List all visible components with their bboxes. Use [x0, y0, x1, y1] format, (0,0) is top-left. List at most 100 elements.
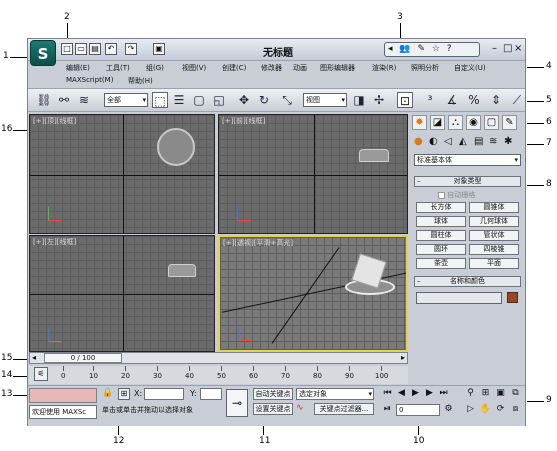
viewport-top[interactable]: [+][顶][线框] [29, 114, 215, 234]
sphere-button[interactable]: 球体 [416, 216, 466, 227]
create-tab-icon[interactable]: ✹ [412, 115, 427, 130]
pan-hand-icon[interactable]: ✋ [479, 403, 492, 416]
zoom-extents-all-icon[interactable]: ⧉ [509, 387, 522, 400]
unlink-icon[interactable]: ⚯ [56, 92, 72, 108]
auto-key-button[interactable]: 自动关键点 [253, 388, 293, 400]
menu-maxscript[interactable]: MAXScript(M) [66, 76, 113, 84]
link-icon[interactable]: ⛓ [36, 92, 52, 108]
track-ruler[interactable]: 0 10 20 30 40 50 60 70 80 90 100 [61, 366, 403, 383]
hierarchy-tab-icon[interactable]: ⛬ [448, 115, 463, 130]
zoom-all-icon[interactable]: ⊞ [479, 387, 492, 400]
percent-snap-icon[interactable]: % [466, 92, 482, 108]
track-bar[interactable]: ⚟ 0 10 20 30 40 50 60 70 80 90 100 [29, 366, 408, 384]
cylinder-button[interactable]: 圆柱体 [416, 230, 466, 241]
object-name-field[interactable] [416, 292, 502, 304]
time-slider[interactable]: ◂ 0 / 100 ▸ [29, 352, 408, 364]
angle-snap-icon[interactable]: ∡ [444, 92, 460, 108]
menu-customize[interactable]: 自定义(U) [454, 63, 486, 73]
cameras-icon[interactable]: ◭ [459, 136, 467, 147]
name-color-rollout-header[interactable]: – 名称和颜色 [414, 276, 521, 287]
spinner-snap-icon[interactable]: ⇕ [488, 92, 504, 108]
curve-editor-icon[interactable]: ⚟ [34, 367, 48, 381]
maximize-button[interactable]: □ [503, 43, 512, 55]
app-logo-button[interactable]: S [30, 40, 56, 66]
modify-tab-icon[interactable]: ◪ [430, 115, 445, 130]
new-file-icon[interactable]: □ [61, 43, 73, 55]
snap-3d-icon[interactable]: ³ [422, 92, 438, 108]
time-config-icon[interactable]: ⚙ [442, 403, 455, 416]
current-frame-field[interactable]: 0 [396, 404, 440, 416]
display-tab-icon[interactable]: ▢ [484, 115, 499, 130]
selection-filter-dropdown[interactable]: 全部 ▾ [104, 93, 148, 107]
window-crossing-icon[interactable]: ◱ [211, 92, 227, 108]
go-to-end-icon[interactable]: ⏭ [437, 387, 450, 400]
play-icon[interactable]: ▶ [409, 387, 422, 400]
menu-animation[interactable]: 动画 [293, 63, 307, 73]
manipulate-icon[interactable]: ✢ [371, 92, 387, 108]
y-coord-field[interactable] [200, 388, 222, 400]
space-warps-icon[interactable]: ≋ [489, 136, 497, 147]
object-color-swatch[interactable] [507, 292, 518, 303]
tube-button[interactable]: 管状体 [469, 230, 519, 241]
menu-lighting-analysis[interactable]: 照明分析 [411, 63, 439, 73]
keyboard-shortcut-icon[interactable]: ⊡ [397, 92, 413, 108]
named-selection-icon[interactable]: ⟋ [509, 92, 525, 108]
redo-icon[interactable]: ↷ [125, 43, 137, 55]
teapot-button[interactable]: 茶壶 [416, 258, 466, 269]
open-file-icon[interactable]: ▭ [75, 43, 87, 55]
lock-selection-icon[interactable]: 🔒 [102, 388, 113, 398]
maxscript-listener-mini[interactable] [29, 388, 97, 403]
key-curve-icon[interactable]: ∿ [296, 403, 309, 415]
key-mode-icon[interactable]: ⏯ [381, 403, 394, 416]
zoom-icon[interactable]: ⚲ [464, 387, 477, 400]
pyramid-button[interactable]: 四棱锥 [469, 244, 519, 255]
project-folder-icon[interactable]: ▣ [153, 43, 165, 55]
next-frame-icon[interactable]: ▶ [423, 387, 436, 400]
rect-region-icon[interactable]: ▢ [191, 92, 207, 108]
minimize-button[interactable]: – [492, 43, 497, 55]
slider-left-arrow-icon[interactable]: ◂ [32, 353, 36, 362]
viewport-perspective[interactable]: [+][透视][平滑+高光] [218, 235, 408, 352]
selection-set-dropdown[interactable]: 选定对象 ▾ [296, 388, 374, 400]
rotate-icon[interactable]: ↻ [256, 92, 272, 108]
menu-rendering[interactable]: 渲染(R) [372, 63, 396, 73]
info-center-toolbar[interactable]: ◂ 👥 ✎ ☆ ? [384, 42, 480, 57]
save-file-icon[interactable]: ▤ [89, 43, 101, 55]
field-of-view-icon[interactable]: ▷ [464, 403, 477, 416]
ref-coord-dropdown[interactable]: 视图 ▾ [303, 93, 347, 107]
select-object-icon[interactable]: ⬚ [152, 92, 168, 108]
bind-space-warp-icon[interactable]: ≋ [76, 92, 92, 108]
geosphere-button[interactable]: 几何球体 [469, 216, 519, 227]
time-slider-thumb[interactable]: 0 / 100 [44, 353, 122, 363]
zoom-extents-icon[interactable]: ▣ [494, 387, 507, 400]
menu-group[interactable]: 组(G) [146, 63, 164, 73]
object-type-rollout-header[interactable]: – 对象类型 [414, 176, 521, 187]
go-to-start-icon[interactable]: ⏮ [381, 387, 394, 400]
menu-modifiers[interactable]: 修改器 [261, 63, 282, 73]
close-button[interactable]: × [514, 43, 522, 55]
shapes-icon[interactable]: ◐ [429, 136, 438, 147]
menu-help[interactable]: 帮助(H) [128, 76, 153, 86]
utilities-tab-icon[interactable]: ✎ [502, 115, 517, 130]
maxscript-output-field[interactable]: 欢迎使用 MAXSc [29, 405, 97, 419]
x-coord-field[interactable] [144, 388, 184, 400]
scale-icon[interactable]: ⤡ [279, 92, 295, 108]
category-dropdown[interactable]: 标准基本体 ▾ [414, 154, 521, 166]
menu-views[interactable]: 视图(V) [182, 63, 206, 73]
plane-button[interactable]: 平面 [469, 258, 519, 269]
helpers-icon[interactable]: ▤ [474, 136, 483, 147]
torus-button[interactable]: 圆环 [416, 244, 466, 255]
key-filters-button[interactable]: 关键点过滤器... [314, 403, 374, 415]
select-by-name-icon[interactable]: ☰ [171, 92, 187, 108]
undo-icon[interactable]: ↶ [105, 43, 117, 55]
menu-tools[interactable]: 工具(T) [106, 63, 130, 73]
orbit-icon[interactable]: ⟳ [494, 403, 507, 416]
maximize-viewport-icon[interactable]: ⧈ [509, 403, 522, 416]
viewport-front[interactable]: [+][前][线框] [218, 114, 408, 234]
viewport-left[interactable]: [+][左][线框] [29, 235, 215, 352]
set-key-button[interactable]: 设置关键点 [253, 403, 293, 415]
box-button[interactable]: 长方体 [416, 202, 466, 213]
absolute-mode-icon[interactable]: ⊞ [118, 388, 130, 400]
lights-icon[interactable]: ◁ [444, 136, 452, 147]
geometry-icon[interactable]: ● [414, 136, 423, 147]
